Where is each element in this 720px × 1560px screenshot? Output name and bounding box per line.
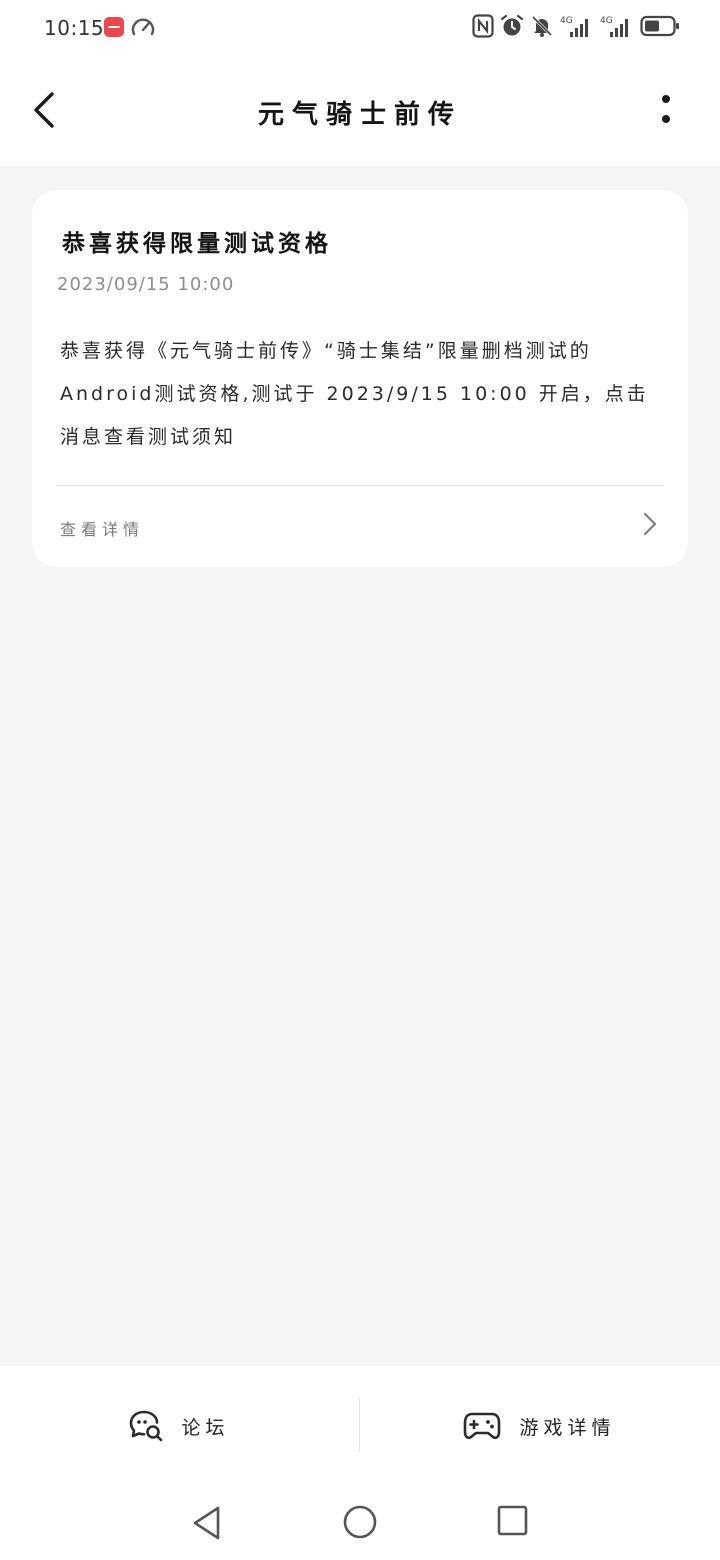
bottom-bar: 论坛 游戏详情 (0, 1366, 720, 1486)
game-details-label: 游戏详情 (519, 1416, 616, 1439)
message-body: 恭喜获得《元气骑士前传》“骑士集结”限量删档测试的Android测试资格,测试于… (60, 340, 649, 448)
view-details-label: 查看详情 (60, 520, 145, 539)
chevron-right-icon (643, 512, 657, 536)
game-details-button[interactable]: 游戏详情 (360, 1366, 719, 1486)
back-triangle-icon[interactable] (190, 1504, 224, 1542)
page-title: 元气骑士前传 (257, 100, 462, 130)
message-card[interactable]: 恭喜获得限量测试资格 2023/09/15 10:00 恭喜获得《元气骑士前传》… (32, 190, 688, 567)
header: 元气骑士前传 (0, 56, 720, 166)
forum-label: 论坛 (181, 1416, 230, 1439)
home-circle-icon[interactable] (342, 1504, 378, 1540)
status-bar: 10:15 4G 4G (0, 0, 720, 56)
view-details-button[interactable]: 查看详情 (32, 486, 688, 567)
recents-square-icon[interactable] (496, 1504, 530, 1538)
status-icons: 4G 4G (472, 14, 680, 38)
forum-button[interactable]: 论坛 (0, 1366, 359, 1486)
speed-icon (131, 18, 155, 36)
more-button[interactable] (654, 94, 678, 128)
gamepad-icon (464, 1412, 501, 1440)
svg-text:4G: 4G (600, 16, 613, 26)
signal-4g-icon: 4G (560, 16, 588, 37)
screen: 10:15 4G 4G 元气骑士前传 恭喜获得限量测试资格 2023/09/15… (0, 0, 720, 1560)
forum-icon (130, 1410, 163, 1442)
signal-4g-icon: 4G (600, 16, 628, 37)
more-vertical-icon (662, 115, 670, 123)
svg-text:4G: 4G (560, 16, 573, 26)
message-title: 恭喜获得限量测试资格 (62, 231, 332, 257)
status-time: 10:15 (44, 16, 105, 40)
message-time: 2023/09/15 10:00 (57, 274, 235, 295)
mute-icon (531, 15, 553, 37)
system-nav-bar (0, 1486, 720, 1560)
more-vertical-icon (662, 95, 670, 103)
battery-icon (640, 15, 679, 37)
app-notification-icon (104, 17, 124, 37)
alarm-icon (500, 14, 524, 36)
nfc-icon (472, 14, 494, 38)
